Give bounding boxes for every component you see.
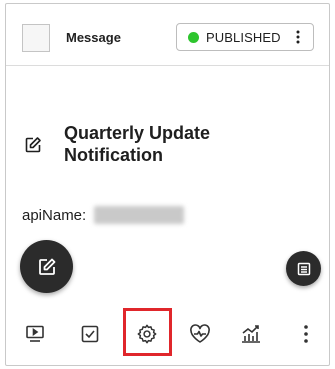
api-name-row: apiName: [22, 206, 185, 224]
preview-button[interactable] [18, 317, 52, 351]
settings-button[interactable] [130, 317, 164, 351]
bottom-toolbar [6, 307, 329, 365]
notes-list-icon [297, 262, 311, 276]
edit-icon [24, 136, 42, 154]
more-options-button[interactable] [294, 317, 318, 351]
status-dot-icon [188, 31, 199, 43]
settings-gear-icon [136, 323, 158, 345]
preview-icon [25, 324, 45, 344]
api-name-value-redacted [94, 206, 185, 224]
status-menu-icon[interactable] [292, 29, 304, 45]
message-thumbnail[interactable] [22, 24, 50, 52]
edit-icon [37, 257, 57, 277]
message-card: Message PUBLISHED Quarterly Update Notif… [5, 3, 330, 366]
more-vertical-icon [303, 324, 309, 344]
message-title: Quarterly Update Notification [64, 123, 211, 165]
edit-fab-button[interactable] [20, 240, 73, 293]
status-badge[interactable]: PUBLISHED [176, 23, 314, 51]
message-type-label: Message [66, 30, 121, 45]
checkbox-icon [80, 324, 100, 344]
card-header: Message PUBLISHED [6, 4, 329, 66]
status-label: PUBLISHED [206, 29, 281, 45]
analytics-button[interactable] [234, 317, 268, 351]
health-heart-icon [189, 324, 211, 344]
health-button[interactable] [183, 317, 217, 351]
analytics-chart-icon [240, 324, 262, 344]
api-name-label: apiName: [22, 206, 87, 224]
checkbox-button[interactable] [73, 317, 107, 351]
notes-fab-button[interactable] [286, 251, 321, 286]
